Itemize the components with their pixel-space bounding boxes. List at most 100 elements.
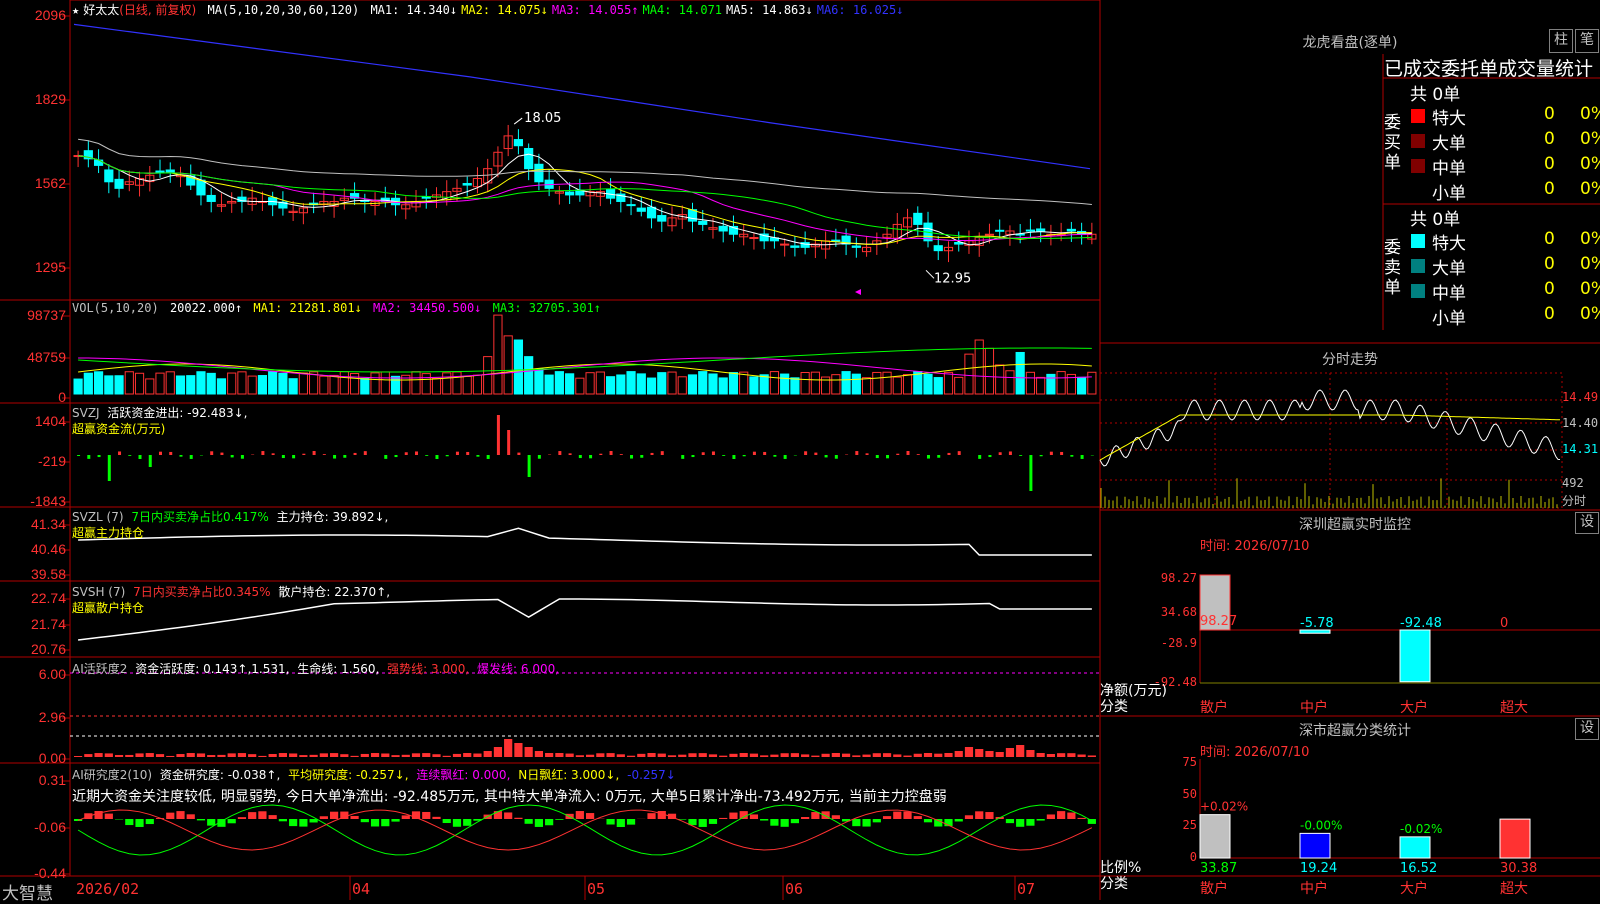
ai-active-bar xyxy=(729,754,737,757)
buy-rows-pct-1: 0% xyxy=(1580,104,1600,124)
svzj-bar xyxy=(272,453,275,455)
svzj-bar xyxy=(907,451,910,455)
ai-active-bar xyxy=(791,753,799,757)
svzj-bar xyxy=(405,452,408,455)
bi-button[interactable]: 笔 xyxy=(1575,29,1599,53)
svzj-bar xyxy=(814,453,817,455)
volume-bar xyxy=(1026,372,1034,394)
volume-bar xyxy=(320,376,328,394)
zhu-button[interactable]: 柱 xyxy=(1549,29,1573,53)
monitor-axis-1: 98.27 xyxy=(1161,571,1197,585)
ai-active-bar xyxy=(125,755,133,757)
ai-research-bar xyxy=(146,819,154,824)
candle xyxy=(791,246,799,247)
size-swatch-sell-rows-3 xyxy=(1411,284,1425,298)
svzj-bar xyxy=(446,455,449,456)
svzl-tick-3: 39.58 xyxy=(31,566,66,582)
ai-active-bar xyxy=(1057,753,1065,757)
ai-research-bar xyxy=(924,819,932,822)
svzj-bar xyxy=(507,430,510,455)
ai-active-tick-1: 6.00 xyxy=(39,666,66,682)
ai-active-bar xyxy=(903,756,911,757)
monitor-cat-3: 大户 xyxy=(1400,699,1428,716)
candle xyxy=(934,246,942,251)
candle xyxy=(1067,229,1075,231)
intraday-vol-val: 492 xyxy=(1562,476,1584,490)
ai-active-bar xyxy=(412,753,420,757)
svzj-bar xyxy=(282,455,285,458)
monitor-cat-1: 散户 xyxy=(1200,699,1228,716)
volume-bar xyxy=(545,375,553,394)
monitor-value-2: -5.78 xyxy=(1300,616,1334,631)
ai-research-bar xyxy=(330,812,338,819)
svzj-bar xyxy=(958,451,961,455)
volume-bar xyxy=(1057,372,1065,394)
monitor-cat-4: 超大 xyxy=(1500,700,1528,716)
ai-active-bar xyxy=(914,754,922,757)
ai-active-bar xyxy=(484,751,492,757)
ai-research-bar xyxy=(289,819,297,826)
svzj-bar xyxy=(87,455,90,459)
ai-active-bar xyxy=(719,756,727,757)
ai-research-bar xyxy=(852,819,860,826)
ai-research-bar xyxy=(832,815,840,819)
intraday-axis-1: 14.49 xyxy=(1562,390,1598,404)
volume-bar xyxy=(678,377,686,394)
ai-active-bar xyxy=(576,755,584,757)
ai-active-label: AI活跃度2 xyxy=(72,662,127,676)
sell-rows-label-1: 特大 xyxy=(1432,229,1466,254)
volume-bar xyxy=(166,372,174,394)
volume-bar xyxy=(381,372,389,394)
ai-active-bar xyxy=(289,753,297,757)
ai-research-bar xyxy=(422,812,430,819)
svzj-bar xyxy=(435,455,438,459)
volume-bar xyxy=(146,379,154,394)
class-value-2: 19.24 xyxy=(1300,861,1337,876)
candle xyxy=(115,179,123,188)
svzj-bar xyxy=(722,455,725,456)
ai-research-bar xyxy=(873,819,881,822)
volume-bar xyxy=(504,336,512,394)
chart-canvas[interactable]: 18.0512.9598.27散户-5.78中户-92.48大户0超大+0.02… xyxy=(0,0,1600,900)
ai-active-bar xyxy=(473,754,481,757)
ai-active-bar xyxy=(852,755,860,757)
svzj-bar xyxy=(159,452,162,455)
ai-active-bar xyxy=(893,754,901,757)
svzj-bar xyxy=(753,452,756,455)
volume-bar xyxy=(207,373,215,394)
ai-research-bar xyxy=(402,815,410,819)
ai-active-bar xyxy=(494,747,502,757)
volume-bar xyxy=(647,378,655,394)
ai-research-bar xyxy=(699,819,707,827)
buy-rows-label-3: 中单 xyxy=(1432,154,1466,179)
class-axis-4: 0 xyxy=(1190,850,1197,864)
ai-research-bar xyxy=(740,811,748,819)
svzl-tick-2: 40.46 xyxy=(31,541,66,557)
intraday-axis-2: 14.40 xyxy=(1562,416,1598,430)
svzj-bar xyxy=(630,455,633,459)
monitor-settings-button[interactable]: 设 xyxy=(1575,512,1599,534)
volume-bar xyxy=(709,374,717,394)
ai-research-bar xyxy=(750,814,758,819)
class-delta-1: +0.02% xyxy=(1200,800,1248,814)
ai-active-bar xyxy=(514,743,522,757)
class-settings-button[interactable]: 设 xyxy=(1575,718,1599,740)
ai-research-bar xyxy=(862,819,870,827)
svzj-bar xyxy=(978,455,981,459)
volume-bar xyxy=(105,376,113,394)
svzj-bar xyxy=(179,455,182,457)
sell-rows-pct-3: 0% xyxy=(1580,279,1600,299)
svsh-line xyxy=(78,599,1092,640)
monitor-bar-3 xyxy=(1400,630,1430,682)
candle xyxy=(914,213,922,224)
cursor-marker-icon xyxy=(855,289,861,295)
lh-title: 龙虎看盘(逐单) xyxy=(1280,32,1420,52)
svzj-bar xyxy=(241,455,244,459)
buy-rows-count-4: 0 xyxy=(1544,179,1555,199)
svzj-bar xyxy=(896,454,899,455)
ai-research-bar xyxy=(1047,814,1055,819)
ma-label: MA(5,10,20,30,60,120) xyxy=(207,3,359,17)
ai-research-bar xyxy=(1057,811,1065,819)
ai-active-bar xyxy=(647,753,655,757)
svzj-bar xyxy=(937,455,940,458)
